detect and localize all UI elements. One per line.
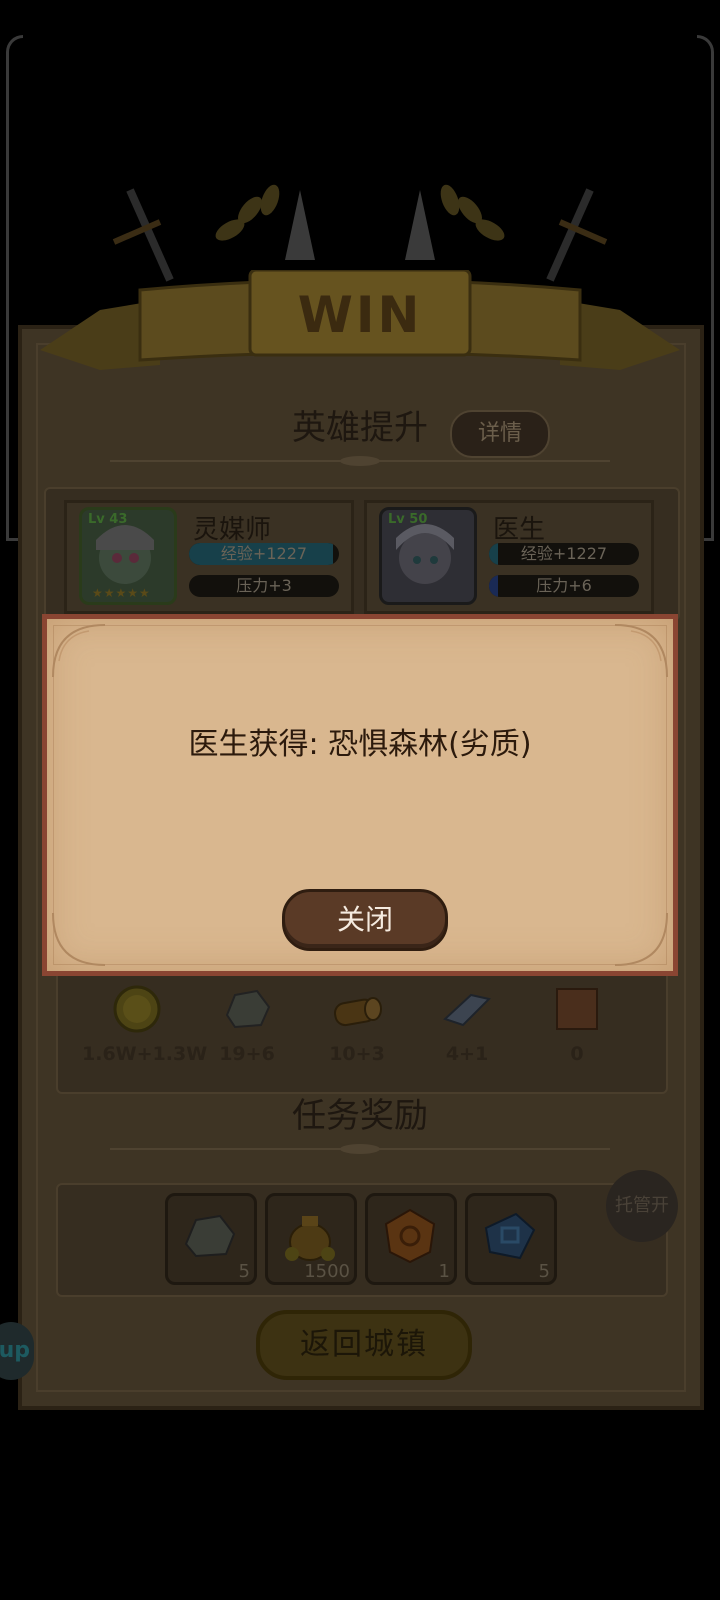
loot-value: 10+3 <box>329 1043 385 1065</box>
loot-item: 19+6 <box>192 985 302 1065</box>
details-button[interactable]: 详情 <box>450 410 550 458</box>
hero-section-title: 英雄提升 <box>292 408 428 448</box>
ore-stone-icon <box>184 1214 236 1258</box>
stress-gain: 压力+6 <box>536 576 592 595</box>
hero-level: Lv 43 <box>88 512 128 527</box>
close-button[interactable]: 关闭 <box>282 889 448 951</box>
metal-ingot-icon <box>443 993 491 1027</box>
gold-bag-icon <box>285 1216 335 1261</box>
loot-value: 4+1 <box>445 1043 489 1065</box>
leather-hide-icon <box>556 988 598 1030</box>
loot-value: 19+6 <box>219 1043 275 1065</box>
stress-gain: 压力+3 <box>236 576 292 595</box>
reward-count: 5 <box>238 1261 250 1282</box>
blue-crystal-icon <box>484 1212 536 1260</box>
loot-item: 1.6W+1.3W <box>82 985 208 1065</box>
exp-bar: 经验+1227 <box>189 543 339 565</box>
corner-ornament-icon <box>614 624 668 678</box>
win-title: WIN <box>297 286 423 344</box>
stress-bar: 压力+6 <box>489 575 639 597</box>
reward-count: 1500 <box>304 1261 350 1282</box>
orange-gem-icon <box>384 1208 436 1264</box>
hero-card-doctor[interactable]: Lv 50 医生 经验+1227 压力+6 <box>364 500 654 614</box>
reward-count: 5 <box>538 1261 550 1282</box>
hero-portrait: Lv 43 ★★★★★ <box>79 507 177 605</box>
loot-value: 1.6W+1.3W <box>82 1043 208 1065</box>
side-up-tab[interactable]: up <box>0 1322 34 1380</box>
corner-ornament-icon <box>614 912 668 966</box>
reward-slot[interactable]: 1 <box>365 1193 457 1285</box>
dialog-message: 医生获得: 恐惧森林(劣质) <box>188 727 532 762</box>
reward-box <box>56 1183 668 1297</box>
loot-item: 4+1 <box>412 985 522 1065</box>
reward-slot[interactable]: 5 <box>465 1193 557 1285</box>
auto-battle-toggle[interactable]: 托管开 <box>606 1170 678 1242</box>
corner-ornament-icon <box>52 624 106 678</box>
stress-bar: 压力+3 <box>189 575 339 597</box>
hero-card-medium[interactable]: Lv 43 ★★★★★ 灵媒师 经验+1227 压力+3 <box>64 500 354 614</box>
corner-ornament-icon <box>52 912 106 966</box>
wood-log-icon <box>334 997 382 1027</box>
loot-item: 0 <box>522 985 632 1065</box>
reward-slot[interactable]: 5 <box>165 1193 257 1285</box>
gold-coin-icon <box>113 985 161 1033</box>
reward-count: 1 <box>438 1261 450 1282</box>
loot-value: 0 <box>570 1043 584 1065</box>
exp-gain: 经验+1227 <box>220 544 308 563</box>
exp-gain: 经验+1227 <box>520 544 608 563</box>
reward-slot[interactable]: 1500 <box>265 1193 357 1285</box>
task-reward-title: 任务奖励 <box>292 1096 428 1136</box>
item-obtained-dialog: 医生获得: 恐惧森林(劣质) 关闭 <box>42 614 678 976</box>
return-to-town-button[interactable]: 返回城镇 <box>256 1310 472 1380</box>
hero-name: 医生 <box>493 515 546 545</box>
hero-portrait: Lv 50 <box>379 507 477 605</box>
hero-level: Lv 50 <box>388 512 428 527</box>
hero-name: 灵媒师 <box>193 515 272 545</box>
hero-stars: ★★★★★ <box>92 586 151 600</box>
exp-bar: 经验+1227 <box>489 543 639 565</box>
ore-stone-icon <box>225 989 271 1029</box>
loot-item: 10+3 <box>302 985 412 1065</box>
